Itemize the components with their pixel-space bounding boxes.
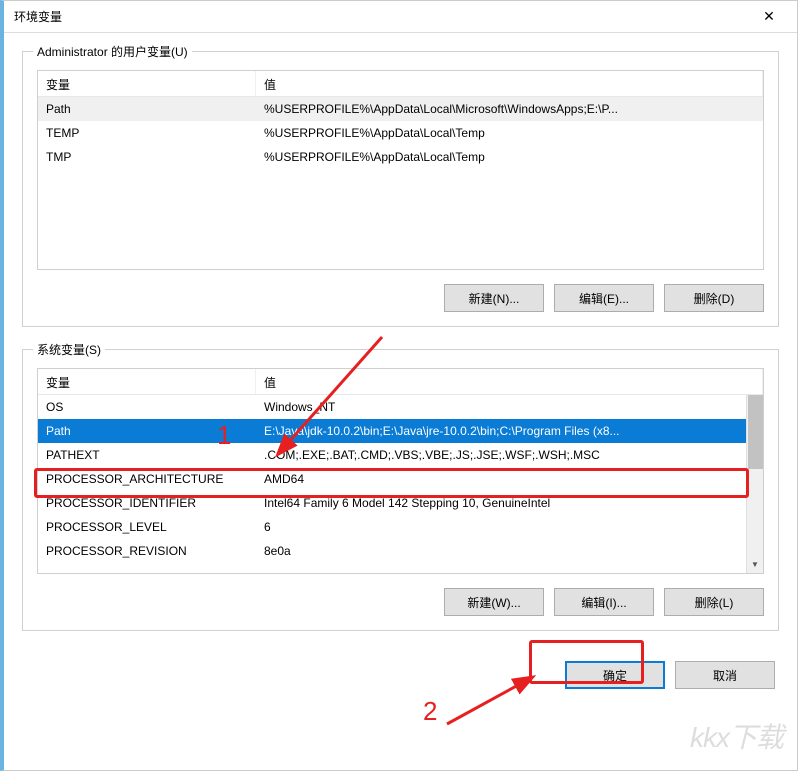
listview-header: 变量 值 <box>38 71 763 97</box>
cell-value: Intel64 Family 6 Model 142 Stepping 10, … <box>256 491 763 515</box>
system-vars-label: 系统变量(S) <box>33 341 105 358</box>
cell-variable: TEMP <box>38 121 256 145</box>
system-vars-rows: OS Windows_NT Path E:\Java\jdk-10.0.2\bi… <box>38 395 763 573</box>
table-row[interactable]: PROCESSOR_REVISION 8e0a <box>38 539 763 563</box>
cell-variable: PROCESSOR_LEVEL <box>38 515 256 539</box>
close-icon: ✕ <box>763 8 775 25</box>
delete-button[interactable]: 删除(L) <box>664 588 764 616</box>
cell-value: AMD64 <box>256 467 763 491</box>
table-row[interactable]: PATHEXT .COM;.EXE;.BAT;.CMD;.VBS;.VBE;.J… <box>38 443 763 467</box>
system-vars-listview[interactable]: 变量 值 OS Windows_NT Path E:\Java\jdk-10.0… <box>37 368 764 574</box>
window-title: 环境变量 <box>14 8 62 25</box>
cell-value: %USERPROFILE%\AppData\Local\Microsoft\Wi… <box>256 97 763 121</box>
table-row[interactable]: Path E:\Java\jdk-10.0.2\bin;E:\Java\jre-… <box>38 419 763 443</box>
system-vars-group: 系统变量(S) 变量 值 OS Windows_NT Path E:\Java\… <box>22 349 779 631</box>
delete-button[interactable]: 删除(D) <box>664 284 764 312</box>
cell-value: 8e0a <box>256 539 763 563</box>
new-button[interactable]: 新建(W)... <box>444 588 544 616</box>
watermark: kkx下载 <box>690 716 783 756</box>
annotation-marker-2: 2 <box>423 696 437 727</box>
cell-variable: PROCESSOR_ARCHITECTURE <box>38 467 256 491</box>
cell-value: %USERPROFILE%\AppData\Local\Temp <box>256 145 763 169</box>
cell-variable: Path <box>38 97 256 121</box>
scroll-thumb[interactable] <box>748 395 763 469</box>
cell-variable: OS <box>38 395 256 419</box>
edit-button[interactable]: 编辑(I)... <box>554 588 654 616</box>
cell-variable: Path <box>38 419 256 443</box>
user-vars-listview[interactable]: 变量 值 Path %USERPROFILE%\AppData\Local\Mi… <box>37 70 764 270</box>
cell-value: E:\Java\jdk-10.0.2\bin;E:\Java\jre-10.0.… <box>256 419 763 443</box>
close-button[interactable]: ✕ <box>751 3 787 31</box>
column-variable[interactable]: 变量 <box>38 369 256 394</box>
user-vars-label: Administrator 的用户变量(U) <box>33 43 192 60</box>
scroll-down-icon[interactable]: ▼ <box>747 556 764 573</box>
ok-button[interactable]: 确定 <box>565 661 665 689</box>
table-row[interactable]: TEMP %USERPROFILE%\AppData\Local\Temp <box>38 121 763 145</box>
dialog-content: Administrator 的用户变量(U) 变量 值 Path %USERPR… <box>4 33 797 697</box>
table-row[interactable]: PROCESSOR_LEVEL 6 <box>38 515 763 539</box>
table-row[interactable]: TMP %USERPROFILE%\AppData\Local\Temp <box>38 145 763 169</box>
cell-variable: PROCESSOR_REVISION <box>38 539 256 563</box>
new-button[interactable]: 新建(N)... <box>444 284 544 312</box>
edit-button[interactable]: 编辑(E)... <box>554 284 654 312</box>
cell-variable: TMP <box>38 145 256 169</box>
listview-header: 变量 值 <box>38 369 763 395</box>
scrollbar[interactable]: ▲ ▼ <box>746 395 763 573</box>
column-value[interactable]: 值 <box>256 71 763 96</box>
cell-variable: PROCESSOR_IDENTIFIER <box>38 491 256 515</box>
cell-variable: PATHEXT <box>38 443 256 467</box>
table-row[interactable]: PROCESSOR_ARCHITECTURE AMD64 <box>38 467 763 491</box>
table-row[interactable]: OS Windows_NT <box>38 395 763 419</box>
table-row[interactable]: PROCESSOR_IDENTIFIER Intel64 Family 6 Mo… <box>38 491 763 515</box>
cell-value: 6 <box>256 515 763 539</box>
table-row[interactable]: Path %USERPROFILE%\AppData\Local\Microso… <box>38 97 763 121</box>
titlebar: 环境变量 ✕ <box>4 1 797 33</box>
cell-value: %USERPROFILE%\AppData\Local\Temp <box>256 121 763 145</box>
env-variables-dialog: 环境变量 ✕ Administrator 的用户变量(U) 变量 值 Path … <box>0 0 798 771</box>
cell-value: .COM;.EXE;.BAT;.CMD;.VBS;.VBE;.JS;.JSE;.… <box>256 443 763 467</box>
column-variable[interactable]: 变量 <box>38 71 256 96</box>
cell-value: Windows_NT <box>256 395 763 419</box>
dialog-buttons: 确定 取消 <box>22 653 779 689</box>
user-vars-rows: Path %USERPROFILE%\AppData\Local\Microso… <box>38 97 763 269</box>
system-vars-buttons: 新建(W)... 编辑(I)... 删除(L) <box>37 588 764 616</box>
cancel-button[interactable]: 取消 <box>675 661 775 689</box>
user-vars-group: Administrator 的用户变量(U) 变量 值 Path %USERPR… <box>22 51 779 327</box>
column-value[interactable]: 值 <box>256 369 763 394</box>
user-vars-buttons: 新建(N)... 编辑(E)... 删除(D) <box>37 284 764 312</box>
